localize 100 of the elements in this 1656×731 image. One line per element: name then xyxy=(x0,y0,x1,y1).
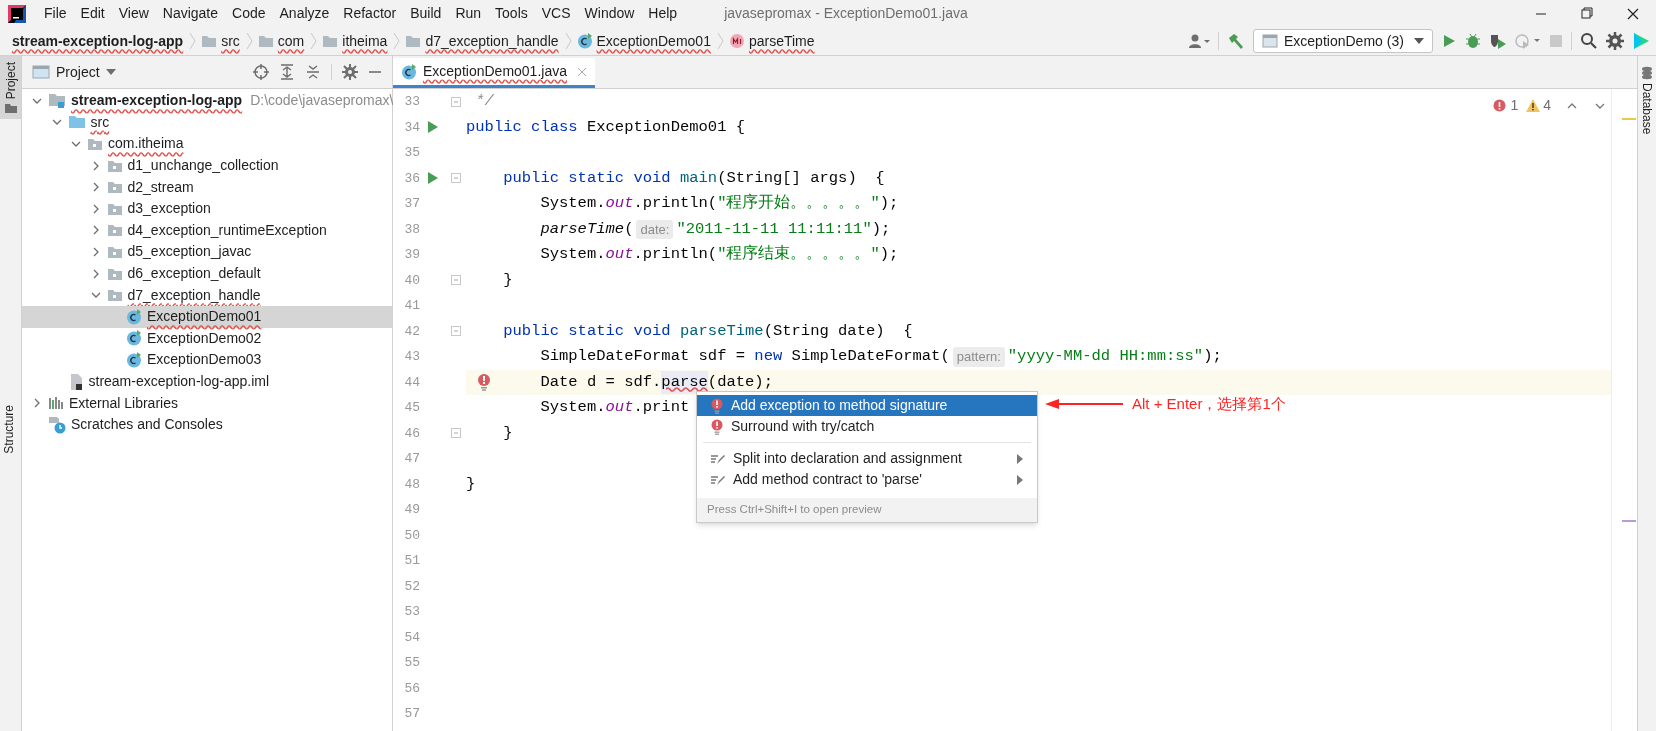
tree-item[interactable]: d2_stream xyxy=(22,176,392,198)
tree-item[interactable]: ExceptionDemo02 xyxy=(22,327,392,350)
settings-icon[interactable] xyxy=(1606,32,1624,50)
run-gutter-icon[interactable] xyxy=(427,171,439,186)
tree-item[interactable]: Scratches and Consoles xyxy=(22,413,392,436)
tree-item[interactable]: d4_exception_runtimeException xyxy=(22,219,392,242)
tree-item[interactable]: External Libraries xyxy=(22,392,392,414)
profiler-icon[interactable] xyxy=(1515,33,1541,49)
line-number: 39 xyxy=(403,246,420,264)
menu-item[interactable]: Tools xyxy=(488,0,535,27)
run-gutter-icon[interactable] xyxy=(427,120,439,135)
fold-icon[interactable] xyxy=(451,96,461,107)
run-configuration-dropdown[interactable]: ExceptionDemo (3) xyxy=(1253,29,1433,53)
line-number: 54 xyxy=(403,628,420,647)
menu-item[interactable]: Edit xyxy=(73,0,112,27)
breadcrumb-item[interactable]: parseTime xyxy=(748,30,815,52)
line-number: 44 xyxy=(403,373,420,392)
line-number: 34 xyxy=(403,118,420,137)
tree-label: ExceptionDemo01 xyxy=(147,307,262,327)
menu-item[interactable]: Navigate xyxy=(155,0,226,27)
search-icon[interactable] xyxy=(1580,32,1598,50)
fold-icon[interactable] xyxy=(451,326,461,337)
hammer-icon[interactable] xyxy=(1227,32,1245,50)
run-icon[interactable] xyxy=(1441,33,1457,49)
line-number: 40 xyxy=(403,271,420,290)
menu-item[interactable]: Window xyxy=(577,0,642,27)
tree-label: stream-exception-log-app xyxy=(71,91,243,111)
submenu-arrow-icon xyxy=(1017,453,1023,464)
project-view-dropdown[interactable]: Project xyxy=(56,61,116,83)
user-icon[interactable] xyxy=(1188,33,1210,49)
fold-icon[interactable] xyxy=(451,173,461,184)
tree-label: d1_unchange_collection xyxy=(127,156,279,176)
breadcrumb-item[interactable]: ExceptionDemo01 xyxy=(596,30,711,52)
menu-item[interactable]: Refactor xyxy=(336,0,404,27)
breadcrumb-item[interactable]: stream-exception-log-app xyxy=(12,30,184,52)
annotation-text: Alt + Enter，选择第1个 xyxy=(1132,394,1286,414)
line-number: 53 xyxy=(403,603,420,621)
breadcrumb-item[interactable]: src xyxy=(221,30,240,52)
menu-item[interactable]: Run xyxy=(448,0,489,27)
tree-item[interactable]: src xyxy=(22,111,392,134)
tree-item[interactable]: ExceptionDemo03 xyxy=(22,349,392,371)
breadcrumb-item[interactable]: itheima xyxy=(342,30,388,52)
debug-icon[interactable] xyxy=(1465,33,1481,49)
tree-item[interactable]: ExceptionDemo01 xyxy=(22,305,392,328)
project-tool-tab[interactable]: Project xyxy=(0,56,21,120)
fold-icon[interactable] xyxy=(451,275,461,286)
error-bulb-icon[interactable] xyxy=(477,372,491,391)
menu-item[interactable]: Help xyxy=(641,0,685,27)
tree-label: d3_exception xyxy=(127,199,211,219)
tree-item[interactable]: d5_exception_javac xyxy=(22,241,392,263)
error-bulb-icon xyxy=(711,418,723,435)
tree-item[interactable]: stream-exception-log-app.iml xyxy=(22,370,392,393)
tree-label: d4_exception_runtimeException xyxy=(127,220,327,240)
app-logo-icon[interactable] xyxy=(8,4,26,23)
module-folder-icon xyxy=(48,92,66,109)
toolbox-logo-icon[interactable] xyxy=(1632,32,1650,50)
error-bulb-icon xyxy=(711,397,723,414)
tree-item[interactable]: com.itheima xyxy=(22,133,392,155)
popup-item[interactable]: Split into declaration and assignment xyxy=(697,448,1037,469)
tree-label: com.itheima xyxy=(108,134,184,154)
tree-item[interactable]: d3_exception xyxy=(22,197,392,220)
tree-item[interactable]: d1_unchange_collection xyxy=(22,154,392,177)
line-number: 52 xyxy=(403,577,420,596)
collapse-all-icon[interactable] xyxy=(305,64,321,80)
warning-count[interactable]: 4 xyxy=(1526,95,1551,116)
menu-item[interactable]: Code xyxy=(225,0,273,27)
editor-tab[interactable]: ExceptionDemo01.java xyxy=(393,58,595,88)
class-icon xyxy=(126,351,142,368)
error-count[interactable]: 1 xyxy=(1493,95,1519,116)
menu-item[interactable]: VCS xyxy=(534,0,578,27)
class-icon xyxy=(126,330,142,347)
line-number: 41 xyxy=(403,297,420,315)
line-number: 51 xyxy=(403,552,420,570)
structure-tool-tab[interactable]: Structure xyxy=(0,396,21,454)
menu-item[interactable]: Build xyxy=(403,0,449,27)
locate-icon[interactable] xyxy=(253,64,269,80)
menu-item[interactable]: Analyze xyxy=(272,0,337,27)
folder-icon xyxy=(322,34,339,48)
popup-item[interactable]: Add exception to method signature xyxy=(697,395,1037,416)
line-number: 42 xyxy=(403,322,420,341)
tree-item[interactable]: d6_exception_default xyxy=(22,262,392,285)
line-number: 35 xyxy=(403,144,420,162)
popup-item[interactable]: Surround with try/catch xyxy=(697,416,1037,437)
line-number: 50 xyxy=(403,526,420,545)
close-icon[interactable] xyxy=(577,66,587,77)
expand-all-icon[interactable] xyxy=(279,64,295,80)
tab-label: ExceptionDemo01.java xyxy=(423,62,567,81)
tree-label: External Libraries xyxy=(69,393,178,413)
breadcrumb-item[interactable]: com xyxy=(277,30,305,52)
coverage-icon[interactable] xyxy=(1489,33,1507,49)
tree-item[interactable]: d7_exception_handle xyxy=(22,284,392,306)
breadcrumb-item[interactable]: d7_exception_handle xyxy=(425,30,559,52)
menu-item[interactable]: View xyxy=(111,0,156,27)
fold-icon[interactable] xyxy=(451,428,461,439)
tree-item[interactable]: stream-exception-log-app D:\code\javasepromax\ xyxy=(22,90,392,112)
database-tool-tab[interactable]: Database xyxy=(1638,66,1656,135)
window-title: javasepromax - ExceptionDemo01.java xyxy=(724,4,968,23)
settings-icon[interactable] xyxy=(342,64,358,80)
menu-item[interactable]: File xyxy=(37,0,74,27)
popup-item[interactable]: Add method contract to 'parse' xyxy=(697,469,1037,490)
